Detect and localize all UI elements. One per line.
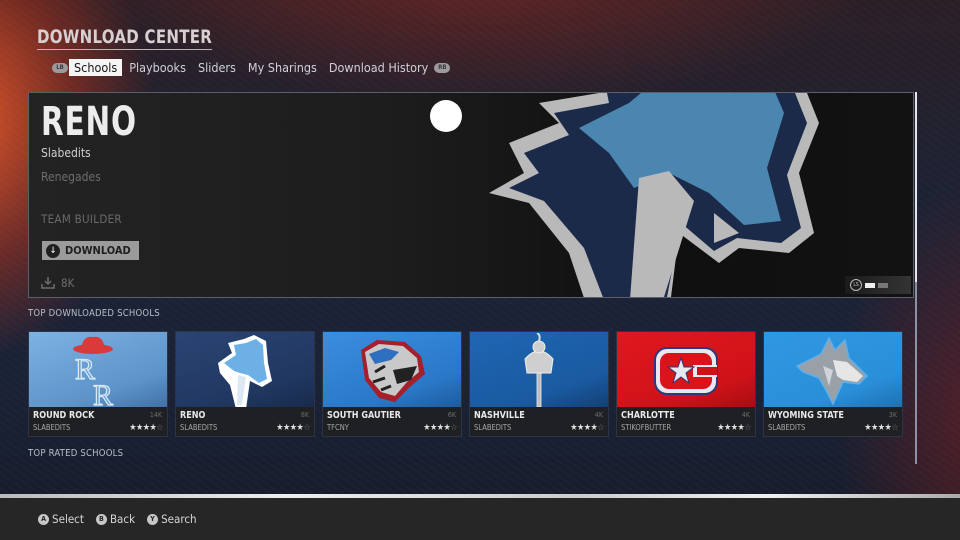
card-footer: CHARLOTTE STIKOFBUTTER 4K ★★★★☆ xyxy=(617,407,755,436)
download-arrow-icon: ↓ xyxy=(46,243,60,258)
card-rating-stars: ★★★★☆ xyxy=(423,423,457,433)
svg-text:R: R xyxy=(93,379,113,409)
husky-logo-icon xyxy=(795,335,869,406)
featured-school-name: RENO xyxy=(41,99,137,145)
scrollbar[interactable] xyxy=(915,92,917,464)
c-star-logo-icon xyxy=(654,346,718,395)
school-card[interactable]: SOUTH GAUTIER TFCNY 6K ★★★★☆ xyxy=(322,331,462,437)
download-button-label: DOWNLOAD xyxy=(65,244,131,257)
hint-search[interactable]: Y Search xyxy=(147,512,197,526)
cursor-indicator xyxy=(430,100,462,132)
featured-panel: RENO Slabedits Renegades TEAM BUILDER ↓ … xyxy=(28,92,914,298)
a-button-icon: A xyxy=(38,513,49,525)
card-footer: RENO SLABEDITS 8K ★★★★☆ xyxy=(176,407,314,436)
card-rating-stars: ★★★★☆ xyxy=(570,423,604,433)
card-image xyxy=(764,332,902,409)
carousel-page-active[interactable] xyxy=(865,282,875,288)
download-count-value: 8K xyxy=(61,276,75,290)
card-image xyxy=(176,332,314,409)
card-rating-stars: ★★★★☆ xyxy=(717,423,751,433)
download-count: 8K xyxy=(41,276,74,290)
tab-sliders[interactable]: Sliders xyxy=(193,59,241,76)
card-rating-stars: ★★★★☆ xyxy=(864,423,898,433)
card-download-count: 8K xyxy=(300,411,309,419)
tab-my-sharings[interactable]: My Sharings xyxy=(243,59,322,76)
tab-bar: LB Schools Playbooks Sliders My Sharings… xyxy=(52,59,451,76)
download-button[interactable]: ↓ DOWNLOAD xyxy=(42,241,139,260)
card-footer: ROUND ROCK SLABEDITS 14K ★★★★☆ xyxy=(29,407,167,436)
card-rating-stars: ★★★★☆ xyxy=(276,423,310,433)
school-card[interactable]: NASHVILLE SLABEDITS 4K ★★★★☆ xyxy=(469,331,609,437)
hint-search-label: Search xyxy=(161,512,197,526)
card-image xyxy=(470,332,608,409)
card-image xyxy=(617,332,755,409)
card-school-name: RENO xyxy=(180,410,206,421)
y-button-icon: Y xyxy=(147,513,159,525)
hint-back[interactable]: B Back xyxy=(95,512,136,526)
card-footer: WYOMING STATE SLABEDITS 3K ★★★★☆ xyxy=(764,407,902,436)
top-downloaded-list: R R ROUND ROCK SLABEDITS 14K ★★★★☆ RENO … xyxy=(28,331,903,437)
card-download-count: 4K xyxy=(594,411,603,419)
b-button-icon: B xyxy=(95,513,107,525)
download-tray-icon xyxy=(41,277,55,289)
mustang-logo-large xyxy=(489,93,819,297)
left-stick-icon: LS xyxy=(850,279,862,291)
hint-back-label: Back xyxy=(109,512,136,526)
page-title: DOWNLOAD CENTER xyxy=(37,26,213,50)
button-hints: A Select B Back Y Search xyxy=(38,512,197,526)
card-image: R R xyxy=(29,332,167,409)
card-rating-stars: ★★★★☆ xyxy=(129,423,163,433)
carousel-page-inactive[interactable] xyxy=(878,282,888,288)
mustang-logo-icon xyxy=(218,334,272,409)
school-card[interactable]: RENO SLABEDITS 8K ★★★★☆ xyxy=(175,331,315,437)
school-card[interactable]: WYOMING STATE SLABEDITS 3K ★★★★☆ xyxy=(763,331,903,437)
section-top-downloaded: TOP DOWNLOADED SCHOOLS xyxy=(28,308,160,319)
rr-cowboy-hat-logo-icon: R R xyxy=(73,336,114,409)
card-school-name: CHARLOTTE xyxy=(621,410,675,421)
scrollbar-thumb[interactable] xyxy=(915,92,917,282)
lb-bumper-icon[interactable]: LB xyxy=(52,62,68,73)
knight-sword-logo-icon xyxy=(524,332,554,407)
card-download-count: 3K xyxy=(888,411,897,419)
rb-bumper-icon[interactable]: RB xyxy=(434,62,451,73)
card-school-name: SOUTH GAUTIER xyxy=(327,410,401,421)
featured-nickname: Renegades xyxy=(41,170,101,184)
hint-select[interactable]: A Select xyxy=(38,512,84,526)
tiger-logo-icon xyxy=(361,339,425,402)
card-school-name: ROUND ROCK xyxy=(33,410,95,421)
school-card[interactable]: R R ROUND ROCK SLABEDITS 14K ★★★★☆ xyxy=(28,331,168,437)
card-download-count: 4K xyxy=(741,411,750,419)
card-school-name: WYOMING STATE xyxy=(768,410,844,421)
media-carousel-control[interactable]: LS xyxy=(845,276,911,294)
card-download-count: 6K xyxy=(447,411,456,419)
card-footer: SOUTH GAUTIER TFCNY 6K ★★★★☆ xyxy=(323,407,461,436)
card-image xyxy=(323,332,461,409)
card-school-name: NASHVILLE xyxy=(474,410,525,421)
section-top-rated: TOP RATED SCHOOLS xyxy=(28,448,124,459)
featured-type: TEAM BUILDER xyxy=(41,212,122,226)
tab-download-history[interactable]: Download History xyxy=(324,59,433,76)
school-card[interactable]: CHARLOTTE STIKOFBUTTER 4K ★★★★☆ xyxy=(616,331,756,437)
tab-schools[interactable]: Schools xyxy=(69,59,123,76)
featured-author: Slabedits xyxy=(41,146,91,160)
card-footer: NASHVILLE SLABEDITS 4K ★★★★☆ xyxy=(470,407,608,436)
tab-playbooks[interactable]: Playbooks xyxy=(124,59,191,76)
svg-text:R: R xyxy=(75,353,95,386)
hint-select-label: Select xyxy=(52,512,84,526)
card-download-count: 14K xyxy=(149,411,162,419)
